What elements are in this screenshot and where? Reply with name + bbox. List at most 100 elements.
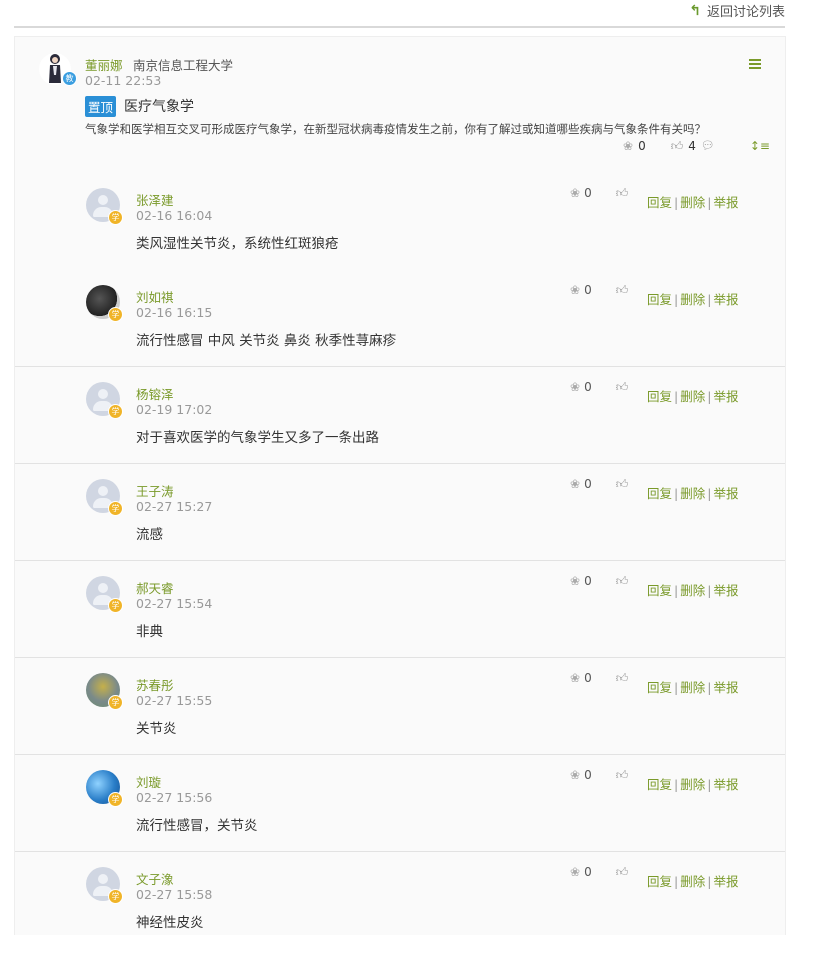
- student-badge: 学: [108, 598, 123, 613]
- post-author-name[interactable]: 董丽娜: [85, 55, 123, 74]
- reply-flower-count: 0: [584, 283, 592, 297]
- teacher-badge: 教: [62, 71, 77, 86]
- reply-author-name[interactable]: 刘璇: [136, 772, 161, 791]
- student-badge: 学: [108, 404, 123, 419]
- thumbs-up-icon[interactable]: 👍︎: [616, 478, 629, 490]
- report-button[interactable]: 举报: [713, 777, 738, 792]
- delete-button[interactable]: 删除: [680, 195, 705, 210]
- reply-time: 02-27 15:55: [136, 693, 213, 708]
- flower-icon[interactable]: ❀: [570, 478, 580, 490]
- student-badge: 学: [108, 792, 123, 807]
- thumbs-up-icon[interactable]: 👍︎: [671, 140, 684, 152]
- report-button[interactable]: 举报: [713, 583, 738, 598]
- post-author-avatar[interactable]: 教: [39, 53, 77, 86]
- report-button[interactable]: 举报: [713, 389, 738, 404]
- thumbs-up-icon[interactable]: 👍︎: [616, 769, 629, 781]
- reply-author-name[interactable]: 张泽建: [136, 190, 174, 209]
- flower-icon[interactable]: ❀: [570, 866, 580, 878]
- reply-action-links: 回复 | 删除 | 举报: [647, 680, 739, 695]
- reply-author-name[interactable]: 苏春彤: [136, 675, 174, 694]
- reply-item: 学 张泽建 02-16 16:04 类风湿性关节炎，系统性红斑狼疮 ❀ 0 👍︎…: [15, 186, 785, 284]
- reply-button[interactable]: 回复: [647, 777, 672, 792]
- back-to-discussion-list-link[interactable]: ↰ 返回讨论列表: [689, 1, 785, 21]
- reply-action-links: 回复 | 删除 | 举报: [647, 777, 739, 792]
- delete-button[interactable]: 删除: [680, 292, 705, 307]
- reply-time: 02-19 17:02: [136, 402, 213, 417]
- report-button[interactable]: 举报: [713, 486, 738, 501]
- post-actions: ❀ 0 👍︎ 4 💬︎ ↕≡: [623, 139, 770, 153]
- reply-flower-count: 0: [584, 768, 592, 782]
- reply-time: 02-27 15:56: [136, 790, 213, 805]
- reply-text: 流行性感冒 中风 关节炎 鼻炎 秋季性荨麻疹: [136, 333, 397, 349]
- thumbs-up-icon[interactable]: 👍︎: [616, 575, 629, 587]
- post-time: 02-11 22:53: [85, 73, 162, 88]
- flower-icon[interactable]: ❀: [570, 769, 580, 781]
- reply-button[interactable]: 回复: [647, 680, 672, 695]
- flower-icon[interactable]: ❀: [570, 187, 580, 199]
- flower-icon[interactable]: ❀: [570, 381, 580, 393]
- thumbs-up-icon[interactable]: 👍︎: [616, 187, 629, 199]
- reply-author-name[interactable]: 郝天睿: [136, 578, 174, 597]
- avatar[interactable]: 学: [86, 673, 123, 710]
- reply-button[interactable]: 回复: [647, 292, 672, 307]
- avatar[interactable]: 学: [86, 867, 123, 904]
- reply-stats: ❀ 0 👍︎: [570, 865, 628, 879]
- divider: [15, 463, 785, 464]
- post-flower-count: 0: [638, 139, 646, 153]
- reply-flower-count: 0: [584, 380, 592, 394]
- reply-button[interactable]: 回复: [647, 486, 672, 501]
- back-link-label: 返回讨论列表: [706, 5, 785, 20]
- thumbs-up-icon[interactable]: 👍︎: [616, 672, 629, 684]
- reply-text: 流行性感冒，关节炎: [136, 818, 258, 834]
- reply-text: 关节炎: [136, 721, 177, 737]
- reply-button[interactable]: 回复: [647, 874, 672, 889]
- student-badge: 学: [108, 501, 123, 516]
- reply-time: 02-27 15:58: [136, 887, 213, 902]
- delete-button[interactable]: 删除: [680, 777, 705, 792]
- report-button[interactable]: 举报: [713, 874, 738, 889]
- avatar[interactable]: 学: [86, 576, 123, 613]
- divider: [15, 366, 785, 367]
- thumbs-up-icon[interactable]: 👍︎: [616, 284, 629, 296]
- report-button[interactable]: 举报: [713, 195, 738, 210]
- reply-author-name[interactable]: 刘如祺: [136, 287, 174, 306]
- reply-action-links: 回复 | 删除 | 举报: [647, 292, 739, 307]
- hamburger-menu-icon[interactable]: [749, 59, 761, 71]
- avatar[interactable]: 学: [86, 285, 123, 322]
- thumbs-up-icon[interactable]: 👍︎: [616, 381, 629, 393]
- avatar[interactable]: 学: [86, 770, 123, 807]
- comment-icon[interactable]: 💬︎: [701, 140, 715, 152]
- reply-stats: ❀ 0 👍︎: [570, 186, 628, 200]
- reply-action-links: 回复 | 删除 | 举报: [647, 195, 739, 210]
- teacher-avatar-figure: [49, 54, 61, 83]
- reply-button[interactable]: 回复: [647, 389, 672, 404]
- delete-button[interactable]: 删除: [680, 874, 705, 889]
- delete-button[interactable]: 删除: [680, 389, 705, 404]
- reply-stats: ❀ 0 👍︎: [570, 380, 628, 394]
- delete-button[interactable]: 删除: [680, 583, 705, 598]
- reply-text: 神经性皮炎: [136, 915, 204, 931]
- avatar[interactable]: 学: [86, 188, 123, 225]
- avatar[interactable]: 学: [86, 479, 123, 516]
- reply-author-name[interactable]: 王子涛: [136, 481, 174, 500]
- student-badge: 学: [108, 210, 123, 225]
- reply-button[interactable]: 回复: [647, 583, 672, 598]
- reply-action-links: 回复 | 删除 | 举报: [647, 486, 739, 501]
- reply-button[interactable]: 回复: [647, 195, 672, 210]
- reply-author-name[interactable]: 文子潒: [136, 869, 174, 888]
- thumbs-up-icon[interactable]: 👍︎: [616, 866, 629, 878]
- avatar[interactable]: 学: [86, 382, 123, 419]
- reply-stats: ❀ 0 👍︎: [570, 477, 628, 491]
- flower-icon[interactable]: ❀: [623, 140, 633, 152]
- delete-button[interactable]: 删除: [680, 680, 705, 695]
- report-button[interactable]: 举报: [713, 292, 738, 307]
- sort-icon[interactable]: ↕≡: [750, 140, 770, 152]
- flower-icon[interactable]: ❀: [570, 284, 580, 296]
- divider: [15, 851, 785, 852]
- delete-button[interactable]: 删除: [680, 486, 705, 501]
- flower-icon[interactable]: ❀: [570, 672, 580, 684]
- flower-icon[interactable]: ❀: [570, 575, 580, 587]
- reply-stats: ❀ 0 👍︎: [570, 671, 628, 685]
- report-button[interactable]: 举报: [713, 680, 738, 695]
- reply-author-name[interactable]: 杨镕泽: [136, 384, 174, 403]
